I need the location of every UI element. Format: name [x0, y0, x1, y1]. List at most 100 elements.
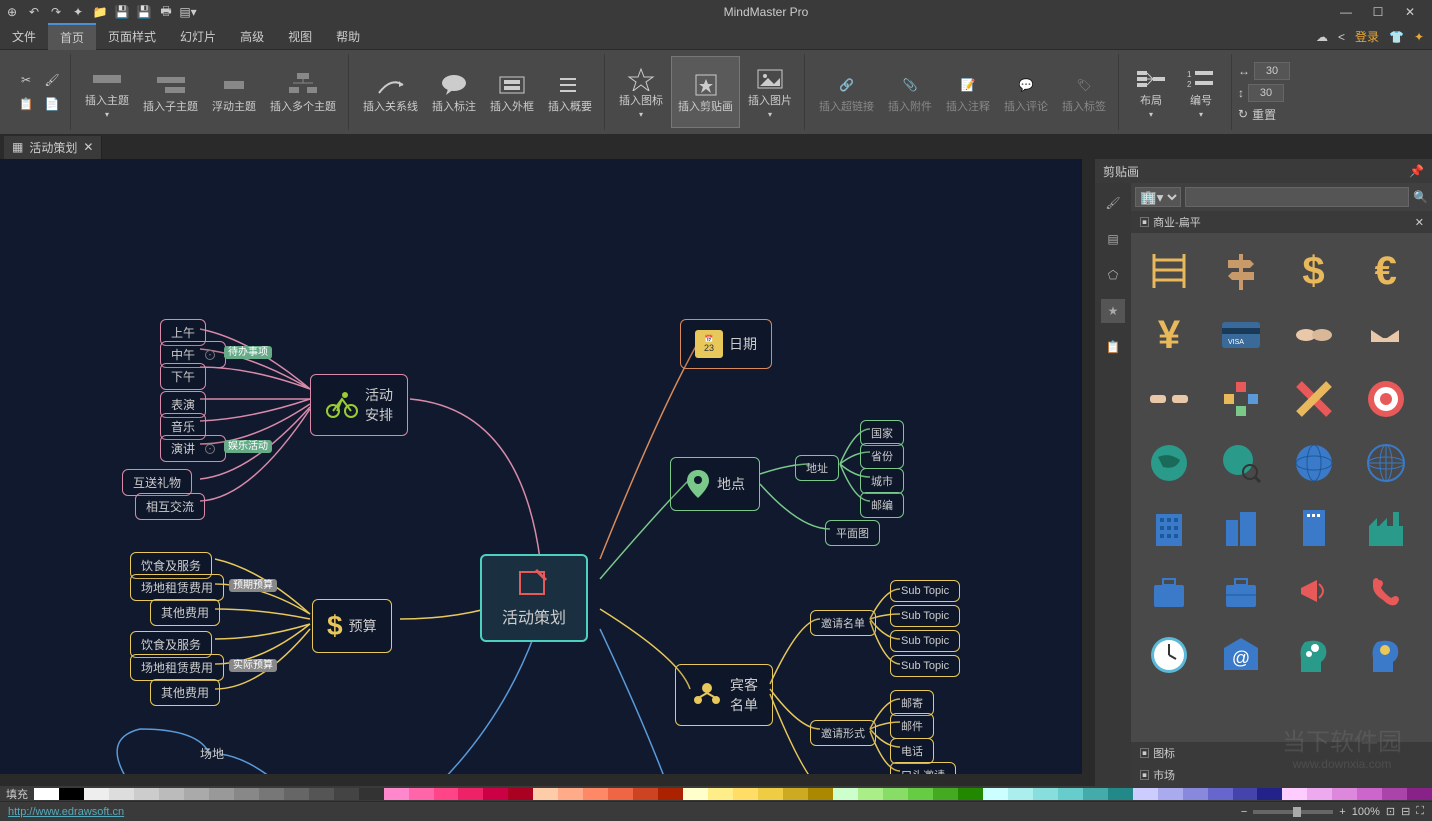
color-swatch[interactable]: [633, 788, 658, 800]
section-close-icon[interactable]: ✕: [1415, 216, 1424, 229]
clipart-handshake[interactable]: [1286, 307, 1342, 363]
app-icon[interactable]: ⊕: [4, 4, 20, 20]
clipart-handshake2[interactable]: [1358, 307, 1414, 363]
clipart-factory[interactable]: [1358, 499, 1414, 555]
insert-subtopic-button[interactable]: 插入子主题: [137, 56, 204, 128]
cut-icon[interactable]: ✂: [14, 69, 38, 91]
node-activity[interactable]: 活动 安排: [310, 374, 408, 436]
color-swatch[interactable]: [958, 788, 983, 800]
clipart-dollar[interactable]: $: [1286, 243, 1342, 299]
clipart-building3[interactable]: [1286, 499, 1342, 555]
color-swatch[interactable]: [908, 788, 933, 800]
tab-task-icon[interactable]: 📋: [1101, 335, 1125, 359]
color-swatch[interactable]: [209, 788, 234, 800]
color-swatch[interactable]: [783, 788, 808, 800]
clipart-euro[interactable]: €: [1358, 243, 1414, 299]
color-swatch[interactable]: [309, 788, 334, 800]
color-swatch[interactable]: [334, 788, 359, 800]
login-link[interactable]: 登录: [1355, 28, 1379, 45]
open-icon[interactable]: 📁: [92, 4, 108, 20]
color-swatch[interactable]: [533, 788, 558, 800]
color-swatch[interactable]: [1307, 788, 1332, 800]
color-swatch[interactable]: [1033, 788, 1058, 800]
color-swatch[interactable]: [184, 788, 209, 800]
section-market[interactable]: ▣ 市场: [1131, 764, 1432, 786]
node[interactable]: 地址: [795, 455, 839, 481]
tab-clipart-icon[interactable]: ★: [1101, 299, 1125, 323]
clipart-globe-search[interactable]: [1213, 435, 1269, 491]
clipart-category-select[interactable]: 🏢▾: [1135, 187, 1181, 207]
clipart-abacus[interactable]: [1141, 243, 1197, 299]
node[interactable]: 相互交流: [135, 493, 205, 520]
tab-outline-icon[interactable]: ▤: [1101, 227, 1125, 251]
insert-image-button[interactable]: 插入图片▾: [742, 56, 798, 128]
export-icon[interactable]: ▤▾: [180, 4, 196, 20]
color-swatch[interactable]: [683, 788, 708, 800]
multi-topic-button[interactable]: 插入多个主题: [264, 56, 342, 128]
clipart-search-input[interactable]: [1185, 187, 1409, 207]
color-swatch[interactable]: [159, 788, 184, 800]
insert-clipart-button[interactable]: 插入剪贴画: [671, 56, 740, 128]
fullscreen-icon[interactable]: ⛶: [1416, 805, 1424, 818]
color-swatch[interactable]: [833, 788, 858, 800]
clipart-yen[interactable]: ¥: [1141, 307, 1197, 363]
zoom-slider[interactable]: [1253, 810, 1333, 814]
color-swatch[interactable]: [1282, 788, 1307, 800]
menu-home[interactable]: 首页: [48, 23, 96, 50]
color-swatch[interactable]: [109, 788, 134, 800]
horizontal-scrollbar[interactable]: [0, 774, 1094, 786]
copy-icon[interactable]: 📋: [14, 93, 38, 115]
summary-button[interactable]: 插入概要: [542, 56, 598, 128]
hspace-input[interactable]: [1254, 62, 1290, 80]
reset-button[interactable]: ↻重置: [1238, 106, 1290, 123]
website-link[interactable]: http://www.edrawsoft.cn: [8, 806, 124, 818]
color-swatch[interactable]: [134, 788, 159, 800]
node[interactable]: Sub Topic: [890, 605, 960, 627]
zoom-in-icon[interactable]: +: [1339, 806, 1345, 818]
clipart-cross[interactable]: [1286, 371, 1342, 427]
color-swatch[interactable]: [384, 788, 409, 800]
clipart-team[interactable]: [1213, 371, 1269, 427]
menu-file[interactable]: 文件: [0, 24, 48, 49]
node[interactable]: Sub Topic: [890, 655, 960, 677]
clipart-hands[interactable]: [1141, 371, 1197, 427]
new-icon[interactable]: ✦: [70, 4, 86, 20]
clipart-megaphone[interactable]: [1286, 563, 1342, 619]
insert-icon-button[interactable]: 插入图标▾: [613, 56, 669, 128]
color-swatch[interactable]: [409, 788, 434, 800]
node[interactable]: Sub Topic: [890, 580, 960, 602]
color-swatch[interactable]: [1382, 788, 1407, 800]
clipart-briefcase2[interactable]: [1213, 563, 1269, 619]
color-swatch[interactable]: [1008, 788, 1033, 800]
color-swatch[interactable]: [1257, 788, 1282, 800]
color-swatch[interactable]: [658, 788, 683, 800]
menu-help[interactable]: 帮助: [324, 24, 372, 49]
clipart-globe-grid[interactable]: [1358, 435, 1414, 491]
color-swatch[interactable]: [434, 788, 459, 800]
color-swatch[interactable]: [34, 788, 59, 800]
attachment-button[interactable]: 📎插入附件: [882, 56, 938, 128]
minimize-button[interactable]: —: [1336, 4, 1356, 20]
floating-topic-button[interactable]: 浮动主题: [206, 56, 262, 128]
relationship-button[interactable]: 插入关系线: [357, 56, 424, 128]
color-swatch[interactable]: [1083, 788, 1108, 800]
clipart-briefcase1[interactable]: [1141, 563, 1197, 619]
tab-close-icon[interactable]: ✕: [83, 140, 93, 154]
clipart-email[interactable]: @: [1213, 627, 1269, 683]
clipart-globe1[interactable]: [1141, 435, 1197, 491]
node[interactable]: 省份: [860, 443, 904, 469]
comment-button[interactable]: 💬插入评论: [998, 56, 1054, 128]
color-swatch[interactable]: [583, 788, 608, 800]
clipart-globe2[interactable]: [1286, 435, 1342, 491]
clipart-head-gears[interactable]: [1286, 627, 1342, 683]
hyperlink-button[interactable]: 🔗插入超链接: [813, 56, 880, 128]
color-swatch[interactable]: [259, 788, 284, 800]
print-icon[interactable]: 🖶: [158, 4, 174, 20]
pin-icon[interactable]: 📌: [1409, 164, 1424, 178]
color-swatch[interactable]: [858, 788, 883, 800]
menu-advanced[interactable]: 高级: [228, 24, 276, 49]
insert-topic-button[interactable]: 插入主题▾: [79, 56, 135, 128]
clipart-phone[interactable]: [1358, 563, 1414, 619]
clipart-signpost[interactable]: [1213, 243, 1269, 299]
color-swatch[interactable]: [933, 788, 958, 800]
